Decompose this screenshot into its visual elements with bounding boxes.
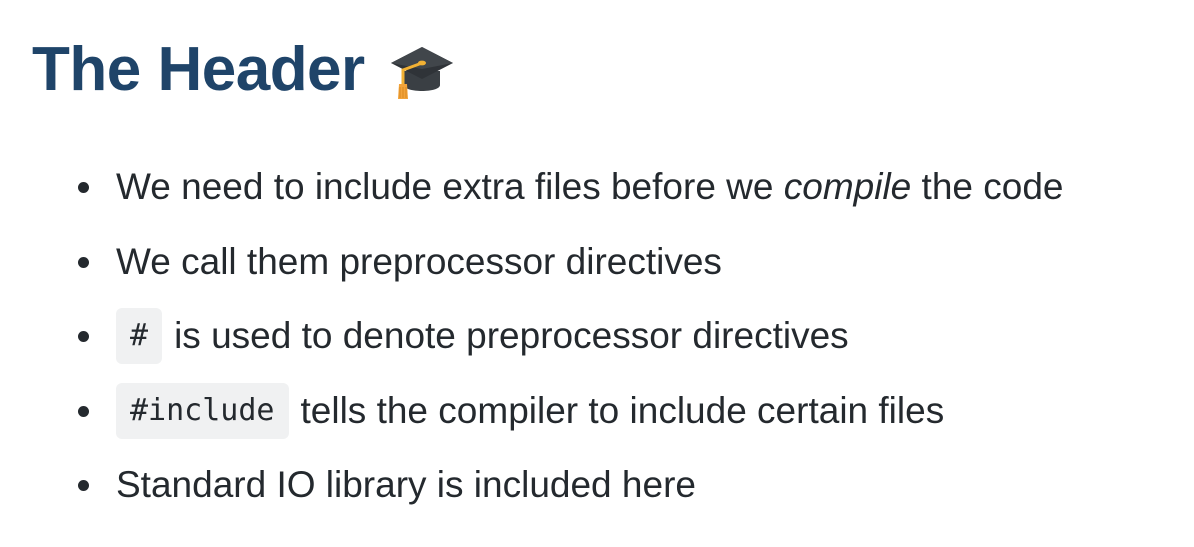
graduation-cap-icon <box>387 35 457 105</box>
bullet-dot <box>78 256 89 268</box>
list-item: We need to include extra files before we… <box>78 150 1064 225</box>
inline-code: #include <box>116 382 289 439</box>
bullet-text-part: the code <box>911 166 1064 208</box>
bullet-dot <box>78 331 89 343</box>
list-item: #include tells the compiler to include c… <box>78 374 1064 449</box>
bullet-text: is used to denote preprocessor directive… <box>174 315 849 357</box>
bullet-text: Standard IO library is included here <box>116 464 696 506</box>
bullet-emphasis: compile <box>783 166 912 208</box>
bullet-dot <box>78 405 89 417</box>
bullet-text: tells the compiler to include certain fi… <box>300 389 945 431</box>
inline-code: # <box>116 308 163 365</box>
slide: The Header We need to include extra file… <box>0 0 1194 547</box>
title-row: The Header <box>32 30 457 110</box>
bullet-text-part: We need to include extra files before we <box>116 166 784 208</box>
bullet-list: We need to include extra files before we… <box>78 150 1064 523</box>
bullet-text: We call them preprocessor directives <box>116 240 722 282</box>
bullet-dot <box>78 480 89 492</box>
list-item: Standard IO library is included here <box>78 448 1064 523</box>
list-item: # is used to denote preprocessor directi… <box>78 299 1064 374</box>
list-item: We call them preprocessor directives <box>78 225 1064 300</box>
page-title: The Header <box>32 35 365 104</box>
bullet-dot <box>78 182 89 194</box>
